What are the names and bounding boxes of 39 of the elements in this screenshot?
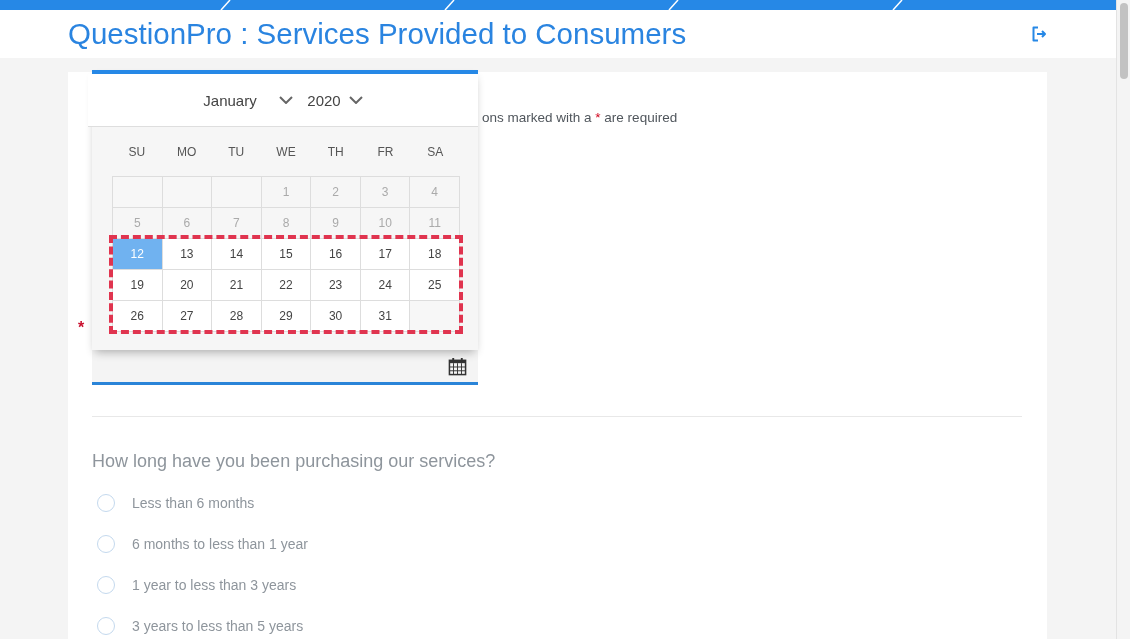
calendar-day[interactable]: 27 [162,301,213,332]
weekday-label: SU [128,144,146,159]
year-dropdown[interactable]: 2020 [307,89,363,111]
calendar-day[interactable]: 19 [113,270,163,301]
weekday-label: TU [228,144,245,159]
weekday-label: MO [176,144,197,159]
calendar-day[interactable]: 26 [113,301,163,332]
calendar-day[interactable]: 25 [410,270,460,301]
calendar-day[interactable]: 16 [311,239,361,270]
weekday-label: TH [327,144,344,159]
calendar-day[interactable]: 15 [261,239,312,270]
weekday-label: SA [427,144,444,159]
calendar-day[interactable]: 14 [212,239,262,270]
calendar-day[interactable]: 31 [360,301,411,332]
calendar-day[interactable]: 28 [212,301,262,332]
exit-icon[interactable] [1031,26,1047,42]
question-text: How long have you been purchasing our services? [92,450,496,473]
calendar-day[interactable]: 30 [311,301,361,332]
calendar-icon[interactable] [448,356,467,376]
calendar-day[interactable]: 29 [261,301,312,332]
calendar-day[interactable]: 24 [360,270,411,301]
calendar-day[interactable]: 18 [410,239,460,270]
required-asterisk: * [78,320,85,336]
calendar-day[interactable]: 21 [212,270,262,301]
calendar-day[interactable]: 22 [261,270,312,301]
weekday-label: WE [276,144,296,159]
scrollbar-thumb[interactable] [1119,3,1128,79]
scrollbar[interactable] [1116,0,1130,639]
chevron-down-icon [348,96,363,104]
calendar-day[interactable]: 13 [162,239,213,270]
month-dropdown[interactable]: January [203,89,294,111]
required-note: ons marked with a * are required [482,109,678,127]
calendar-day[interactable]: 20 [162,270,213,301]
calendar-day[interactable]: 23 [311,270,361,301]
chevron-down-icon [279,96,294,104]
survey-title: QuestionPro : Services Provided to Consumers [68,17,687,51]
weekday-label: FR [377,144,394,159]
calendar-day[interactable]: 17 [360,239,411,270]
date-input-field[interactable] [92,350,478,385]
